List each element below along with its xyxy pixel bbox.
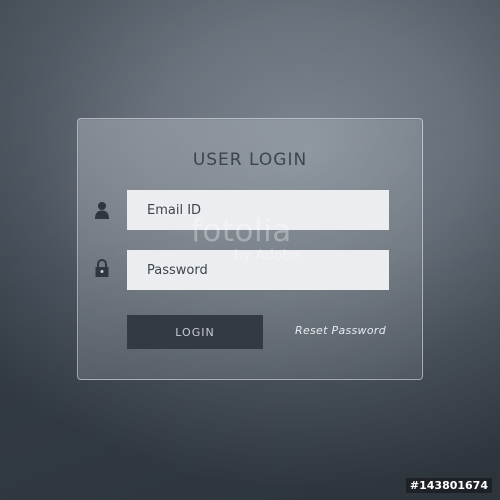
user-icon	[94, 201, 110, 219]
password-field[interactable]	[127, 250, 389, 290]
email-field[interactable]	[127, 190, 389, 230]
login-panel: USER LOGIN LOGIN Reset Password	[77, 118, 423, 380]
reset-password-link[interactable]: Reset Password	[295, 324, 386, 337]
login-button[interactable]: LOGIN	[127, 315, 263, 349]
lock-icon	[94, 259, 110, 277]
stock-id: #143801674	[405, 478, 492, 493]
panel-title: USER LOGIN	[192, 150, 308, 170]
